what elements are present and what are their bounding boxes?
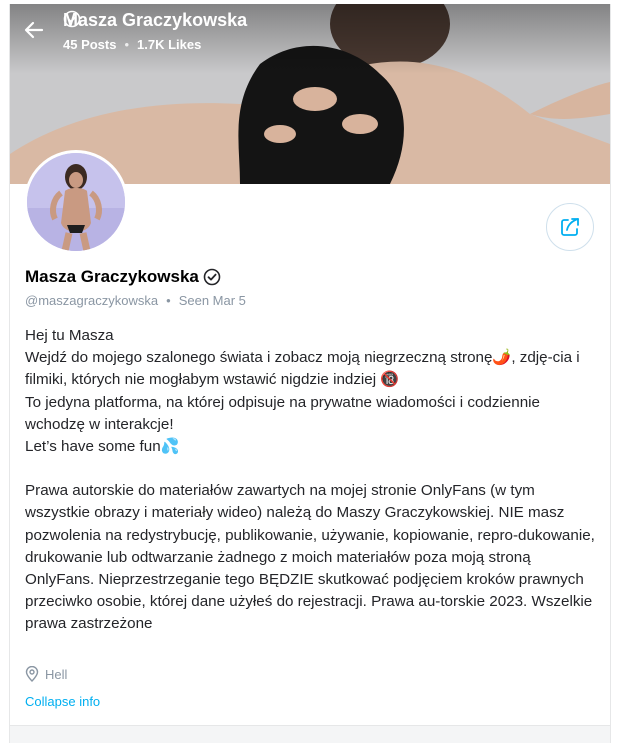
profile-frame: Masza Graczykowska 45 Posts • 1.7K Likes	[9, 4, 611, 743]
bottom-strip	[10, 726, 610, 743]
profile-bio: Hej tu Masza Wejdź do mojego szalonego ś…	[25, 325, 597, 636]
location: Hell	[25, 666, 67, 682]
last-seen: Seen Mar 5	[178, 293, 246, 308]
verified-badge-icon	[203, 268, 221, 286]
meta-separator: •	[166, 293, 171, 308]
share-icon	[561, 218, 579, 236]
avatar-photo	[27, 153, 125, 251]
likes-count: 1.7K Likes	[137, 37, 202, 52]
stats-separator: •	[124, 37, 130, 52]
verified-badge-icon	[63, 10, 81, 28]
location-pin-icon	[25, 666, 39, 682]
profile-handle[interactable]: @maszagraczykowska	[25, 293, 158, 308]
bio-copyright: Prawa autorskie do materiałów zawartych …	[25, 482, 595, 633]
posts-count: 45 Posts	[63, 37, 117, 52]
avatar[interactable]	[24, 150, 128, 254]
bio-line: Let’s have some fun💦	[25, 438, 180, 456]
arrow-left-icon	[24, 21, 44, 39]
collapse-info-link[interactable]: Collapse info	[25, 694, 100, 709]
share-button[interactable]	[546, 203, 594, 251]
profile-name-row: Masza Graczykowska	[25, 267, 221, 287]
profile-name: Masza Graczykowska	[25, 267, 199, 286]
header-title: Masza Graczykowska	[63, 10, 248, 30]
bio-line: To jedyna platforma, na której odpisuje …	[25, 393, 540, 433]
header-info: Masza Graczykowska 45 Posts • 1.7K Likes	[63, 10, 247, 52]
location-text: Hell	[45, 666, 68, 682]
back-button[interactable]	[24, 20, 50, 46]
bio-line: Hej tu Masza	[25, 327, 114, 344]
profile-meta: @maszagraczykowska • Seen Mar 5	[25, 293, 246, 308]
bio-line: Wejdź do mojego szalonego świata i zobac…	[25, 349, 580, 389]
